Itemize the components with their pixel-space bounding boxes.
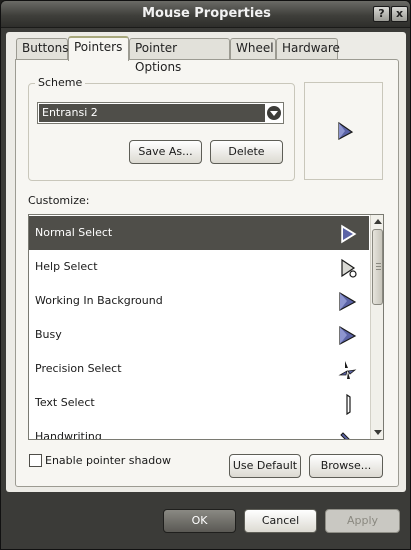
apply-button[interactable]: Apply (325, 509, 400, 533)
list-item-label: Handwriting (35, 430, 102, 440)
help-cursor-icon (341, 258, 357, 278)
list-item-label: Text Select (35, 396, 95, 409)
pointer-shadow-checkbox[interactable] (29, 454, 42, 467)
grip-line (376, 269, 381, 270)
customize-label: Customize: (28, 194, 90, 207)
pointer-shadow-label[interactable]: Enable pointer shadow (45, 454, 171, 467)
tab-hardware[interactable]: Hardware (276, 38, 340, 59)
cursor-preview (304, 82, 383, 180)
tab-buttons[interactable]: Buttons (16, 38, 68, 59)
list-item-label: Busy (35, 328, 62, 341)
cancel-button[interactable]: Cancel (244, 509, 317, 533)
text-cursor-icon (346, 393, 351, 415)
browse-button[interactable]: Browse... (309, 454, 383, 478)
list-item-label: Help Select (35, 260, 98, 273)
list-item[interactable]: Normal Select (29, 216, 369, 250)
chevron-down-icon[interactable] (267, 106, 281, 120)
cursor-list[interactable]: Normal Select Help Select Working In Bac… (28, 214, 384, 440)
scheme-label: Scheme (35, 76, 86, 89)
list-item[interactable]: Help Select (29, 250, 369, 284)
mouse-properties-window: Mouse Properties ? x Buttons Pointers Po… (0, 0, 411, 550)
list-item-label: Precision Select (35, 362, 122, 375)
delete-button[interactable]: Delete (210, 140, 283, 164)
save-as-button[interactable]: Save As... (129, 140, 202, 164)
window-title: Mouse Properties (142, 6, 271, 21)
list-item[interactable]: Handwriting (29, 420, 369, 440)
arrow-cursor-icon (341, 224, 357, 244)
arrow-cursor-icon (338, 121, 354, 141)
list-item-label: Working In Background (35, 294, 163, 307)
list-item[interactable]: Working In Background (29, 284, 369, 318)
help-button[interactable]: ? (373, 6, 390, 22)
scroll-up-icon[interactable] (374, 219, 382, 224)
busy-cursor-icon (339, 325, 357, 345)
working-cursor-icon (339, 291, 357, 311)
scroll-down-icon[interactable] (374, 430, 382, 435)
list-item-label: Normal Select (35, 226, 113, 239)
scheme-group (28, 83, 295, 181)
ok-button[interactable]: OK (163, 509, 236, 533)
list-scrollbar[interactable] (370, 215, 383, 439)
close-button[interactable]: x (391, 6, 408, 22)
tab-pointers[interactable]: Pointers (68, 36, 129, 61)
precision-cursor-icon (338, 361, 357, 379)
scheme-dropdown-value: Entransi 2 (39, 104, 265, 122)
scroll-thumb[interactable] (372, 229, 383, 305)
list-item[interactable]: Precision Select (29, 352, 369, 386)
list-item[interactable]: Busy (29, 318, 369, 352)
list-item[interactable]: Text Select (29, 386, 369, 420)
tab-pointer-options[interactable]: Pointer Options (129, 38, 230, 74)
title-bar[interactable]: Mouse Properties ? x (1, 1, 410, 28)
use-default-button[interactable]: Use Default (229, 454, 301, 478)
grip-line (376, 263, 381, 264)
tab-wheel[interactable]: Wheel (230, 38, 276, 59)
scheme-dropdown[interactable]: Entransi 2 (37, 102, 284, 124)
grip-line (376, 266, 381, 267)
handwriting-cursor-icon (340, 432, 350, 439)
